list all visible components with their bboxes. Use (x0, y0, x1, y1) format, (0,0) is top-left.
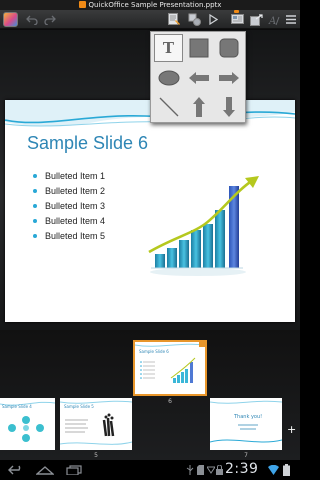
svg-text:A: A (268, 16, 276, 26)
insert-text-button[interactable] (166, 11, 183, 28)
window-title: QuickOffice Sample Presentation.pptx (88, 1, 222, 9)
clock: 2:39 (225, 461, 259, 477)
line-icon (159, 97, 178, 117)
slide-title[interactable]: Sample Slide 6 (27, 133, 148, 154)
bullet-item: Bulleted Item 3 (33, 199, 105, 214)
recent-apps-icon (66, 465, 82, 475)
play-icon (209, 14, 218, 25)
slide-thumbnail-5[interactable]: Sample Slide 5 (60, 398, 132, 450)
menu-icon (286, 15, 296, 24)
thumbnail-title: Sample Slide 4 (2, 404, 32, 409)
font-format-icon: A (268, 16, 279, 26)
text-box-glyph: T (162, 39, 175, 57)
thumbnail-title: Sample Slide 6 (139, 349, 169, 354)
slide-transition-icon (249, 13, 263, 26)
thumbnail-number: 7 (244, 452, 248, 459)
usb-icon (186, 463, 194, 477)
battery-icon (283, 463, 290, 477)
slide-layout-button[interactable] (229, 11, 245, 28)
play-button[interactable] (206, 11, 221, 28)
home-icon (36, 466, 54, 475)
down-arrow-shape[interactable] (214, 93, 243, 121)
bullet-item: Bulleted Item 1 (33, 169, 105, 184)
thumbnail-number: 5 (94, 452, 98, 459)
shapes-icon (188, 13, 201, 26)
down-arrow-icon (222, 97, 235, 117)
redo-icon (44, 15, 56, 25)
document-icon (78, 1, 86, 8)
square-shape[interactable] (184, 34, 213, 62)
recent-apps-button[interactable] (66, 463, 82, 477)
title-bar: QuickOffice Sample Presentation.pptx (0, 0, 300, 10)
right-arrow-icon (218, 72, 239, 84)
square-icon (189, 38, 208, 58)
home-button[interactable] (36, 463, 54, 477)
bullet-list[interactable]: Bulleted Item 1 Bulleted Item 2 Bulleted… (33, 169, 105, 244)
rounded-rectangle-shape[interactable] (214, 34, 243, 62)
slide-thumbnail-6[interactable]: Sample Slide 6 (133, 340, 207, 396)
bullet-item: Bulleted Item 4 (33, 214, 105, 229)
bullet-item: Bulleted Item 2 (33, 184, 105, 199)
system-navigation-bar: 2:39 (0, 460, 300, 480)
selected-corner-tag (199, 342, 205, 347)
undo-icon (26, 15, 38, 25)
insert-shape-button[interactable] (186, 11, 203, 28)
up-arrow-shape[interactable] (184, 93, 213, 121)
left-arrow-icon (188, 72, 209, 84)
toolbar: A (0, 10, 300, 29)
sd-card-icon (197, 463, 204, 477)
thumbnail-title: Thank you! (234, 414, 263, 420)
left-arrow-shape[interactable] (184, 64, 213, 92)
quickoffice-app-icon[interactable] (3, 12, 18, 27)
thumbnail-preview (210, 400, 282, 443)
back-button[interactable] (8, 463, 24, 477)
slide-canvas[interactable]: Sample Slide 6 Bulleted Item 1 Bulleted … (5, 100, 295, 322)
thumbnail-title: Sample Slide 5 (64, 404, 94, 409)
rounded-rectangle-icon (219, 38, 238, 58)
slide-transition-button[interactable] (248, 11, 264, 28)
up-arrow-icon (192, 97, 205, 117)
text-box-shape[interactable]: T (154, 34, 183, 62)
slide-thumbnail-4[interactable]: Sample Slide 4 (0, 398, 55, 450)
redo-button[interactable] (42, 11, 58, 28)
wifi-icon (268, 463, 279, 477)
notification-icon (207, 463, 215, 477)
format-button[interactable]: A (266, 11, 281, 28)
growth-chart-image[interactable] (143, 172, 263, 292)
undo-button[interactable] (24, 11, 40, 28)
insert-shape-menu: T (150, 31, 246, 123)
ellipse-shape[interactable] (154, 64, 183, 92)
app-screen: QuickOffice Sample Presentation.pptx A S… (0, 0, 300, 480)
bullet-item: Bulleted Item 5 (33, 229, 105, 244)
add-slide-button[interactable]: + (287, 423, 296, 436)
menu-button[interactable] (284, 11, 298, 28)
ellipse-icon (158, 70, 179, 86)
text-insert-icon (168, 13, 180, 25)
thumbnail-number: 6 (168, 398, 172, 405)
lock-icon (216, 463, 223, 477)
right-arrow-shape[interactable] (214, 64, 243, 92)
back-icon (8, 465, 21, 475)
slide-layout-icon (230, 13, 244, 24)
slide-thumbnail-7[interactable]: Thank you! (210, 398, 282, 450)
line-shape[interactable] (154, 93, 183, 121)
